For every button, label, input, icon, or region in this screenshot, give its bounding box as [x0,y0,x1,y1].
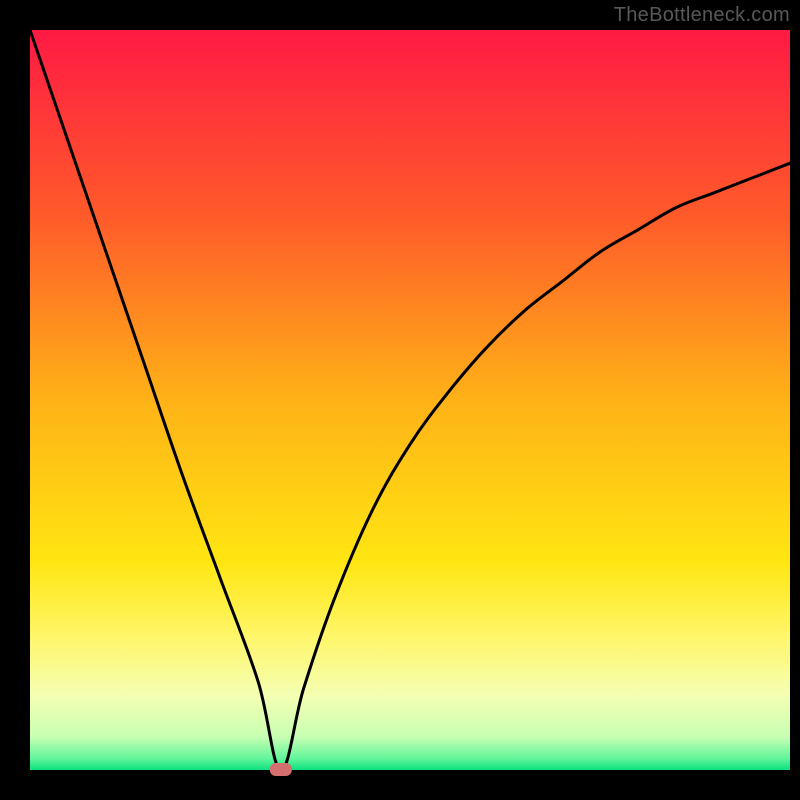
chart-stage: TheBottleneck.com [0,0,800,800]
bottleneck-chart [0,0,800,800]
watermark-text: TheBottleneck.com [614,4,790,27]
plot-background [30,30,790,770]
minimum-marker [270,763,292,776]
